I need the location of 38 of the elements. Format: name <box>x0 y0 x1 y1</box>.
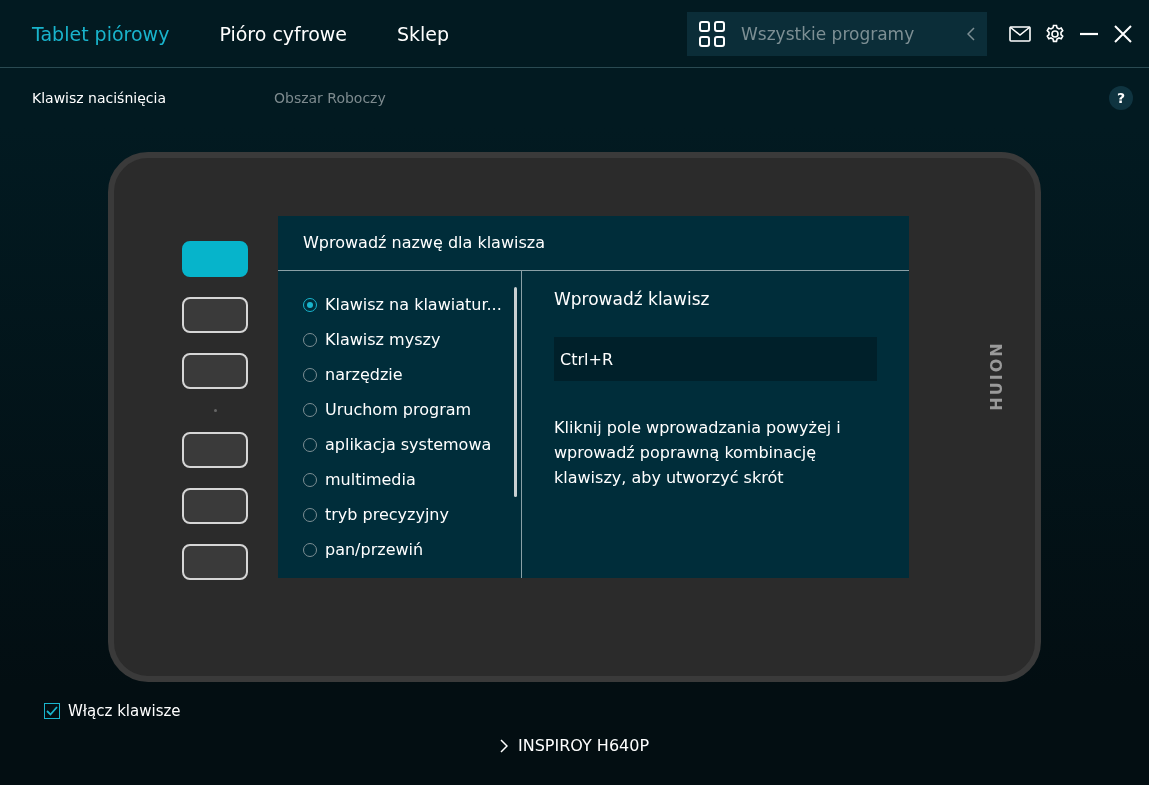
nav-tab[interactable]: Tablet piórowy <box>32 22 170 45</box>
program-search-field[interactable]: Wszystkie programy <box>739 22 953 45</box>
function-option[interactable]: Uruchom program <box>303 392 502 427</box>
dialog-title: Wprowadź nazwę dla klawisza <box>278 216 909 271</box>
function-option[interactable]: multimedia <box>303 462 502 497</box>
mail-icon[interactable] <box>1009 25 1031 42</box>
key-heading: Wprowadź klawisz <box>554 289 711 309</box>
express-key[interactable] <box>182 488 248 524</box>
section-tab[interactable]: Obszar Roboczy <box>273 90 386 106</box>
nav-tab[interactable]: Pióro cyfrowe <box>219 22 348 45</box>
section-tab[interactable]: Klawisz naciśnięcia <box>32 90 166 106</box>
tablet-dot <box>213 409 217 412</box>
enable-keys-checkbox[interactable]: Włącz klawisze <box>44 702 181 720</box>
nav-tab[interactable]: Sklep <box>397 22 450 45</box>
help-button[interactable]: ? <box>1109 86 1133 110</box>
function-option[interactable]: tryb precyzyjny <box>303 497 502 532</box>
settings-icon[interactable] <box>1045 23 1065 44</box>
express-key[interactable] <box>182 432 248 468</box>
function-option[interactable]: Klawisz na klawiatur... <box>303 287 502 322</box>
check-icon <box>46 706 58 716</box>
function-option[interactable]: pan/przewiń <box>303 532 502 567</box>
express-key[interactable] <box>182 297 248 333</box>
function-option[interactable]: narzędzie <box>303 357 502 392</box>
scrollbar[interactable] <box>514 287 517 497</box>
grid-icon <box>699 20 725 47</box>
checkbox[interactable] <box>44 703 60 719</box>
chevron-left-icon[interactable] <box>967 26 975 41</box>
express-key[interactable] <box>182 544 248 580</box>
function-option[interactable]: Klawisz myszy <box>303 322 502 357</box>
hint-text: Kliknij pole wprowadzania powyżej i wprowadź poprawną kombinację klawiszy, aby utworzyć skrót <box>554 417 842 489</box>
tablet-logo: HUION <box>987 340 1007 413</box>
key-input-field[interactable]: Ctrl+R <box>554 337 877 381</box>
program-selector[interactable]: Wszystkie programy <box>687 11 987 56</box>
device-name[interactable]: INSPIROY H640P <box>517 736 650 755</box>
close-icon[interactable] <box>1113 23 1133 44</box>
chevron-right-icon <box>499 738 508 753</box>
express-key[interactable] <box>182 353 248 389</box>
function-option[interactable]: aplikacja systemowa <box>303 427 502 462</box>
